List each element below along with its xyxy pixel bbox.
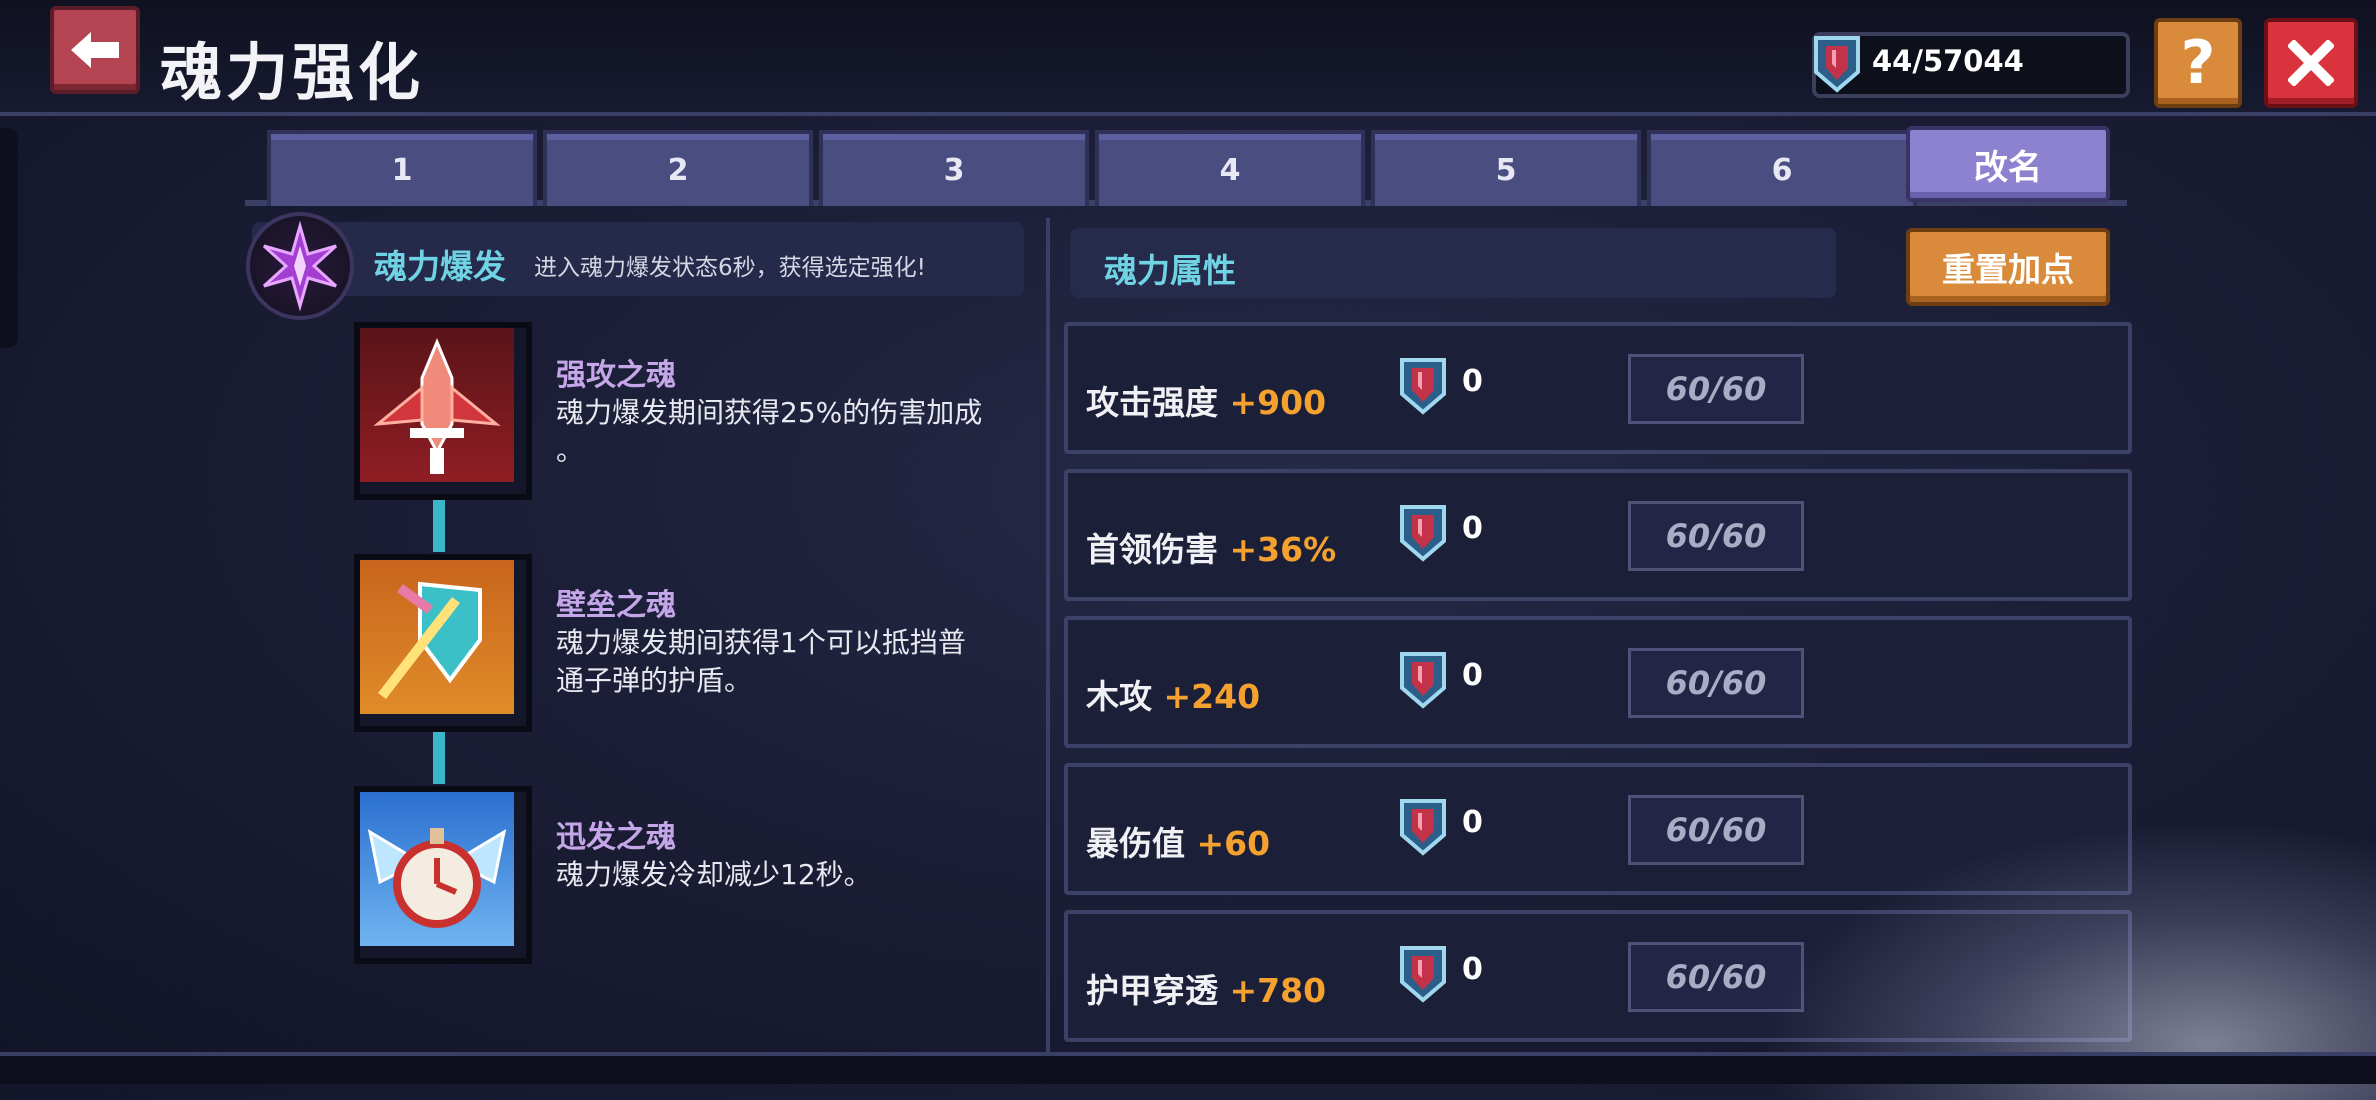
tab-3[interactable]: 3 [819,130,1089,206]
tab-4[interactable]: 4 [1095,130,1365,206]
panel-divider [1046,218,1050,1052]
attribute-cap: 60/60 [1628,501,1804,571]
skill-name: 迅发之魂 [556,820,676,855]
attribute-points: 0 [1462,658,1483,693]
attribute-cap: 60/60 [1628,648,1804,718]
burst-description: 进入魂力爆发状态6秒，获得选定强化! [534,255,926,281]
skill-connector [433,500,445,552]
attribute-label: 首领伤害 +36% [1086,523,1336,571]
page-title: 魂力强化 [160,36,425,109]
help-button[interactable]: ? [2154,18,2242,108]
soul-crystal-icon [1396,795,1450,857]
attributes-title: 魂力属性 [1104,251,1236,290]
attribute-name: 攻击强度 [1086,383,1218,422]
tab-2[interactable]: 2 [543,130,813,206]
skill-description-line1: 魂力爆发期间获得25%的伤害加成 [556,396,983,429]
purple-star-gem-icon [246,212,354,320]
attribute-label: 攻击强度 +900 [1086,376,1326,424]
red-ship-icon [360,328,514,482]
currency-amount: 44/57044 [1872,44,2024,78]
shield-sword-icon [360,560,514,714]
skill-description-line2: 通子弹的护盾。 [556,664,753,697]
skill-connector [433,732,445,784]
close-button[interactable] [2264,18,2358,108]
bottom-bar [0,1052,2376,1084]
skill-description-line2: 。 [556,434,585,467]
reset-points-button[interactable]: 重置加点 [1906,228,2110,306]
skill-description-line1: 魂力爆发冷却减少12秒。 [556,858,872,891]
attribute-label: 木攻 +240 [1086,670,1260,718]
soul-crystal-icon [1396,648,1450,710]
attribute-points: 0 [1462,805,1483,840]
attribute-bonus: +900 [1229,383,1327,422]
attribute-name: 护甲穿透 [1086,971,1218,1010]
attribute-label: 暴伤值 +60 [1086,817,1270,865]
tab-6[interactable]: 6 [1647,130,1917,206]
tab-5[interactable]: 5 [1371,130,1641,206]
arrow-left-icon [71,32,119,68]
attribute-name: 暴伤值 [1086,824,1185,863]
attribute-name: 首领伤害 [1086,530,1218,569]
skill-name: 壁垒之魂 [556,588,676,623]
soul-crystal-icon [1396,942,1450,1004]
skill-description-line1: 魂力爆发期间获得1个可以抵挡普 [556,626,966,659]
soul-crystal-icon [1810,32,1864,94]
attribute-label: 护甲穿透 +780 [1086,964,1326,1012]
close-icon [2288,40,2334,86]
attribute-points: 0 [1462,364,1483,399]
stopwatch-wings-icon [360,792,514,946]
attribute-bonus: +240 [1163,677,1261,716]
tab-1[interactable]: 1 [267,130,537,206]
back-button[interactable] [50,6,140,94]
soul-crystal-icon [1396,501,1450,563]
attribute-cap: 60/60 [1628,354,1804,424]
attribute-bonus: +36% [1229,530,1337,569]
attribute-bonus: +60 [1196,824,1271,863]
soul-crystal-icon [1396,354,1450,416]
attribute-points: 0 [1462,511,1483,546]
attribute-name: 木攻 [1086,677,1152,716]
attribute-bonus: +780 [1229,971,1327,1010]
attribute-points: 0 [1462,952,1483,987]
skill-name: 强攻之魂 [556,358,676,393]
burst-title: 魂力爆发 [374,247,506,286]
side-handle [0,128,18,348]
rename-button[interactable]: 改名 [1906,126,2110,202]
